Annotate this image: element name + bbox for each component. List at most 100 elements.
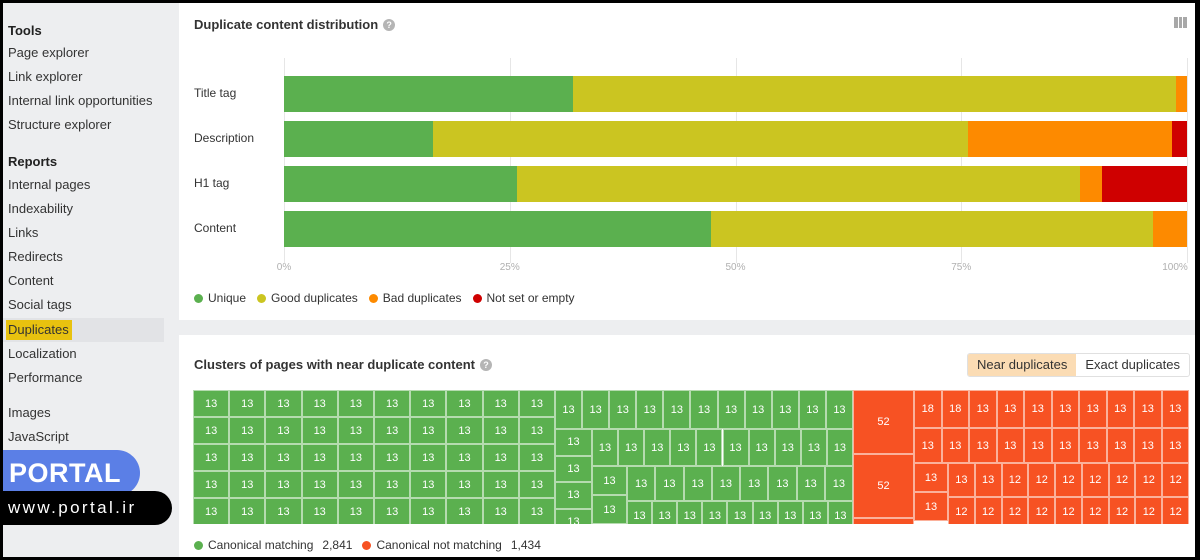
cluster-cell-matching[interactable]: 13	[374, 498, 411, 524]
cluster-cell-not-matching[interactable]: 12	[1001, 497, 1029, 524]
cluster-cell-not-matching[interactable]: 13	[914, 492, 948, 521]
cluster-cell-matching[interactable]: 13	[229, 390, 266, 417]
sidebar-item-performance[interactable]: Performance	[3, 366, 164, 390]
sidebar-item-indexability[interactable]: Indexability	[3, 197, 164, 221]
bar-segment-bad-duplicates[interactable]	[1152, 211, 1187, 247]
cluster-cell-matching[interactable]: 13	[301, 498, 338, 524]
cluster-cell-not-matching[interactable]: 12	[974, 497, 1002, 524]
near-duplicates-tab[interactable]: Near duplicates	[968, 354, 1077, 376]
cluster-cell-matching[interactable]: 13	[798, 390, 826, 429]
cluster-cell-matching[interactable]: 13	[337, 471, 374, 498]
cluster-cell-matching[interactable]: 13	[301, 471, 338, 498]
sidebar-item-link-explorer[interactable]: Link explorer	[3, 65, 164, 89]
cluster-cell-matching[interactable]: 13	[374, 471, 411, 498]
cluster-cell-matching[interactable]: 13	[265, 417, 302, 444]
cluster-cell-matching[interactable]: 13	[446, 417, 483, 444]
cluster-cell-matching[interactable]: 13	[636, 390, 664, 429]
cluster-cell-matching[interactable]: 13	[446, 471, 483, 498]
bar-segment-unique[interactable]	[284, 76, 573, 112]
legend-item-bad-duplicates[interactable]: Bad duplicates	[368, 291, 462, 305]
cluster-cell-matching[interactable]: 13	[193, 417, 230, 444]
cluster-cell-matching[interactable]: 13	[740, 466, 769, 501]
cluster-cell-matching[interactable]: 13	[518, 471, 555, 498]
cluster-cell-matching[interactable]: 13	[229, 417, 266, 444]
cluster-cell-matching[interactable]: 13	[555, 455, 592, 482]
cluster-cell-matching[interactable]: 13	[722, 429, 749, 466]
bar-segment-unique[interactable]	[284, 166, 517, 202]
cluster-cell-not-matching[interactable]: 52	[853, 390, 914, 454]
cluster-cell-not-matching[interactable]: 12	[948, 497, 975, 524]
cluster-cell-matching[interactable]: 13	[592, 429, 619, 466]
sidebar-item-internal-link-opportunities[interactable]: Internal link opportunities	[3, 89, 164, 113]
cluster-cell-matching[interactable]: 13	[609, 390, 637, 429]
cluster-cell-matching[interactable]: 13	[711, 466, 740, 501]
cluster-cell-matching[interactable]: 13	[482, 471, 519, 498]
cluster-cell-matching[interactable]: 13	[229, 498, 266, 524]
question-circle-icon[interactable]: ?	[383, 18, 396, 31]
cluster-cell-not-matching[interactable]: 13	[1161, 390, 1189, 428]
cluster-cell-matching[interactable]: 13	[446, 444, 483, 471]
cluster-cell-not-matching[interactable]: 13	[1079, 390, 1107, 428]
legend-item-canonical-matching[interactable]: Canonical matching 2,841	[194, 538, 352, 552]
cluster-cell-matching[interactable]: 13	[337, 417, 374, 444]
cluster-cell-matching[interactable]: 13	[410, 471, 447, 498]
cluster-cell-matching[interactable]: 13	[446, 498, 483, 524]
cluster-cell-matching[interactable]: 13	[482, 498, 519, 524]
cluster-cell-matching[interactable]: 13	[337, 390, 374, 417]
cluster-cell-matching[interactable]: 13	[826, 429, 853, 466]
sidebar-item-redirects[interactable]: Redirects	[3, 245, 164, 269]
cluster-cell-not-matching[interactable]: 13	[914, 428, 942, 463]
cluster-cell-not-matching[interactable]: 13	[1079, 428, 1107, 463]
cluster-cell-matching[interactable]: 13	[410, 444, 447, 471]
cluster-cell-not-matching[interactable]: 13	[941, 428, 969, 463]
cluster-cell-not-matching[interactable]: 12	[1162, 463, 1189, 497]
cluster-cell-matching[interactable]: 13	[796, 466, 825, 501]
question-circle-icon[interactable]: ?	[480, 358, 492, 371]
cluster-cell-not-matching[interactable]: 12	[1108, 497, 1136, 524]
cluster-cell-matching[interactable]: 13	[618, 429, 645, 466]
bar-segment-good-duplicates[interactable]	[432, 121, 968, 157]
cluster-cell-matching[interactable]: 13	[592, 466, 627, 495]
cluster-cell-not-matching[interactable]: 13	[1161, 428, 1189, 463]
cluster-cell-not-matching[interactable]: 13	[969, 390, 997, 428]
cluster-cell-not-matching[interactable]: 12	[1001, 463, 1029, 497]
cluster-cell-not-matching[interactable]: 13	[996, 390, 1024, 428]
cluster-cell-not-matching[interactable]: 13	[1106, 428, 1134, 463]
cluster-cell-not-matching[interactable]: 18	[914, 390, 942, 428]
sidebar-item-page-explorer[interactable]: Page explorer	[3, 41, 164, 65]
cluster-cell-matching[interactable]: 13	[193, 471, 230, 498]
cluster-cell-not-matching[interactable]: 18	[941, 390, 969, 428]
legend-item-good-duplicates[interactable]: Good duplicates	[257, 291, 358, 305]
cluster-cell-not-matching[interactable]: 13	[1106, 390, 1134, 428]
cluster-cell-matching[interactable]: 13	[265, 471, 302, 498]
cluster-cell-matching[interactable]: 13	[771, 390, 799, 429]
cluster-cell-matching[interactable]: 13	[777, 501, 803, 524]
cluster-cell-matching[interactable]: 13	[374, 390, 411, 417]
bar-segment-unique[interactable]	[284, 211, 712, 247]
cluster-cell-matching[interactable]: 13	[229, 444, 266, 471]
cluster-cell-matching[interactable]: 13	[265, 444, 302, 471]
cluster-cell-matching[interactable]: 13	[193, 498, 230, 524]
sidebar-item-social-tags[interactable]: Social tags	[3, 293, 164, 317]
cluster-cell-matching[interactable]: 13	[768, 466, 797, 501]
sidebar-item-content[interactable]: Content	[3, 269, 164, 293]
cluster-cell-not-matching[interactable]: 13	[996, 428, 1024, 463]
cluster-cell-not-matching[interactable]: 12	[1135, 463, 1163, 497]
cluster-cell-matching[interactable]: 13	[727, 501, 753, 524]
cluster-cell-matching[interactable]: 13	[229, 471, 266, 498]
bar-segment-not-set-or-empty[interactable]	[1171, 121, 1187, 157]
cluster-cell-not-matching[interactable]: 12	[1028, 463, 1056, 497]
cluster-cell-matching[interactable]: 13	[518, 417, 555, 444]
cluster-cell-not-matching[interactable]: 12	[1028, 497, 1056, 524]
cluster-cell-not-matching[interactable]: 13	[1051, 390, 1079, 428]
cluster-cell-matching[interactable]: 13	[827, 501, 853, 524]
cluster-cell-matching[interactable]: 13	[518, 444, 555, 471]
bar-segment-bad-duplicates[interactable]	[967, 121, 1172, 157]
cluster-cell-not-matching[interactable]: 13	[1134, 390, 1162, 428]
cluster-cell-not-matching[interactable]: 13	[1024, 390, 1052, 428]
cluster-cell-matching[interactable]: 13	[410, 417, 447, 444]
cluster-cell-matching[interactable]: 13	[482, 417, 519, 444]
cluster-cell-not-matching[interactable]	[853, 518, 914, 524]
sidebar-item-links[interactable]: Links	[3, 221, 164, 245]
legend-item-unique[interactable]: Unique	[194, 291, 246, 305]
